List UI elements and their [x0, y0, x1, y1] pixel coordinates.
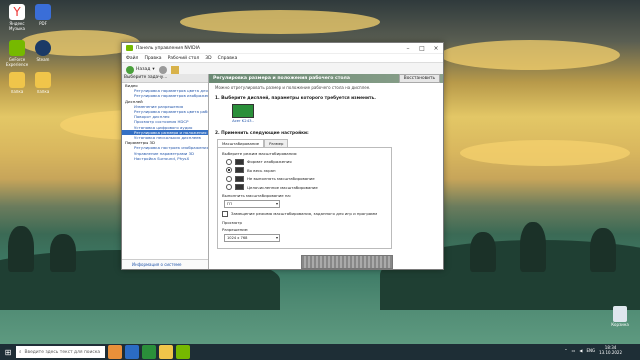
preview-label: Просмотр: [222, 219, 242, 225]
content-header: Регулировка размера и положения рабочего…: [209, 74, 443, 83]
start-button[interactable]: ⊞: [0, 344, 16, 360]
desktop-icon-geforce[interactable]: GeForce Experience: [4, 40, 30, 67]
integer-scaling-icon: [235, 184, 244, 190]
home-icon[interactable]: [170, 65, 179, 74]
restore-button[interactable]: Восстановить: [398, 74, 440, 83]
desktop-icon-folder-2[interactable]: папка: [30, 72, 56, 94]
network-icon[interactable]: ▭: [572, 348, 576, 353]
tree-item[interactable]: Регулировка настроек изображения с пр: [122, 145, 208, 150]
tab-scaling[interactable]: Масштабирование: [217, 139, 265, 147]
monitor-icon: [232, 104, 254, 118]
minimize-icon[interactable]: –: [401, 45, 415, 52]
tree-item[interactable]: Регулировка параметров изображения д: [122, 93, 208, 98]
volume-icon[interactable]: ◀: [579, 348, 582, 353]
desktop-icon-pdf[interactable]: PDF: [30, 4, 56, 26]
menu-edit[interactable]: Правка: [144, 56, 161, 61]
settings-tabs: Масштабирование Размер: [217, 139, 437, 147]
language-indicator[interactable]: ENG: [586, 348, 595, 353]
menu-help[interactable]: Справка: [218, 56, 238, 61]
taskbar-app-icon[interactable]: [108, 345, 122, 359]
radio-aspect-ratio[interactable]: Формат изображения: [226, 158, 387, 165]
folder-icon: [35, 72, 51, 88]
chevron-down-icon: ▾: [152, 67, 155, 72]
resolution-select[interactable]: 1024 x 768: [224, 233, 280, 242]
resolution-label: Разрешение:: [222, 226, 249, 232]
aspect-ratio-icon: [235, 158, 244, 165]
menu-desktop[interactable]: Рабочий стол: [168, 56, 200, 61]
nvidia-control-panel-window: Панель управления NVIDIA – □ × Файл Прав…: [121, 42, 444, 270]
page-description: Можно отрегулировать размер и положение …: [215, 85, 371, 90]
steam-icon: [35, 40, 51, 56]
page-title: Регулировка размера и положения рабочего…: [213, 76, 351, 81]
yandex-icon: Y: [9, 4, 25, 20]
scaling-mode-label: Выберите режим масштабирования:: [222, 151, 298, 156]
no-scaling-icon: [235, 175, 244, 182]
content-pane: Регулировка размера и положения рабочего…: [209, 74, 443, 269]
recycle-bin-icon: [613, 306, 627, 322]
menu-bar: Файл Правка Рабочий стол 3D Справка: [122, 54, 443, 63]
menu-3d[interactable]: 3D: [205, 56, 211, 61]
task-pane-header: Выберите задачу...: [122, 74, 208, 83]
monitor-label: Acer K243..: [232, 118, 254, 123]
pdf-icon: [35, 4, 51, 20]
window-title: Панель управления NVIDIA: [136, 45, 200, 51]
title-bar[interactable]: Панель управления NVIDIA – □ ×: [122, 43, 443, 54]
preview-image: [301, 255, 393, 269]
forward-button[interactable]: [158, 65, 167, 74]
menu-file[interactable]: Файл: [126, 56, 138, 61]
tab-size[interactable]: Размер: [264, 139, 289, 147]
chevron-up-icon[interactable]: ⌃: [564, 348, 567, 353]
task-pane: Выберите задачу... Видео Регулировка пар…: [122, 74, 209, 269]
edge-icon[interactable]: [125, 345, 139, 359]
back-arrow-icon: [126, 65, 134, 74]
radio-no-scaling[interactable]: Не выполнять масштабирование: [226, 175, 387, 182]
system-tray: ⌃ ▭ ◀ ENG 18:34 13.10.2022: [564, 345, 622, 355]
taskbar: ⊞ ⌕ Введите здесь текст для поиска ⌃ ▭ ◀…: [0, 344, 640, 360]
tree-item[interactable]: Настройка Surround, PhysX: [122, 156, 208, 161]
full-screen-icon: [235, 167, 244, 173]
folder-icon: [9, 72, 25, 88]
search-icon: ⌕: [19, 350, 22, 355]
desktop-icon-steam[interactable]: Steam: [30, 40, 56, 62]
nvidia-icon: [9, 40, 25, 56]
clock[interactable]: 18:34 13.10.2022: [599, 345, 622, 355]
chrome-icon[interactable]: [142, 345, 156, 359]
radio-integer-scaling[interactable]: Целочисленное масштабирование: [226, 184, 387, 190]
display-selector[interactable]: Acer K243..: [229, 104, 257, 123]
desktop-icon-yandex[interactable]: Y Яндекс Музыка: [4, 4, 30, 31]
maximize-icon[interactable]: □: [415, 45, 429, 52]
system-info-link[interactable]: Информация о системе: [122, 259, 208, 269]
section-2-heading: 2. Применить следующие настройки:: [215, 131, 309, 136]
perform-on-select[interactable]: ГП: [224, 199, 280, 208]
search-box[interactable]: ⌕ Введите здесь текст для поиска: [16, 346, 105, 358]
perform-on-label: Выполнить масштабирование на:: [222, 192, 292, 198]
back-button[interactable]: Назад ▾: [126, 65, 155, 74]
close-icon[interactable]: ×: [429, 45, 443, 52]
scaling-panel: Выберите режим масштабирования: Формат и…: [217, 147, 392, 249]
file-explorer-icon[interactable]: [159, 345, 173, 359]
windows-icon: ⊞: [4, 347, 12, 357]
override-checkbox[interactable]: Замещение режима масштабирования, заданн…: [222, 210, 387, 217]
section-1-heading: 1. Выберите дисплей, параметры которого …: [215, 96, 376, 101]
radio-full-screen[interactable]: Во весь экран: [226, 167, 387, 173]
desktop-icon-folder-1[interactable]: папка: [4, 72, 30, 94]
nvidia-app-icon: [126, 45, 133, 51]
nvidia-taskbar-icon[interactable]: [176, 345, 190, 359]
recycle-bin[interactable]: Корзина: [606, 306, 634, 327]
